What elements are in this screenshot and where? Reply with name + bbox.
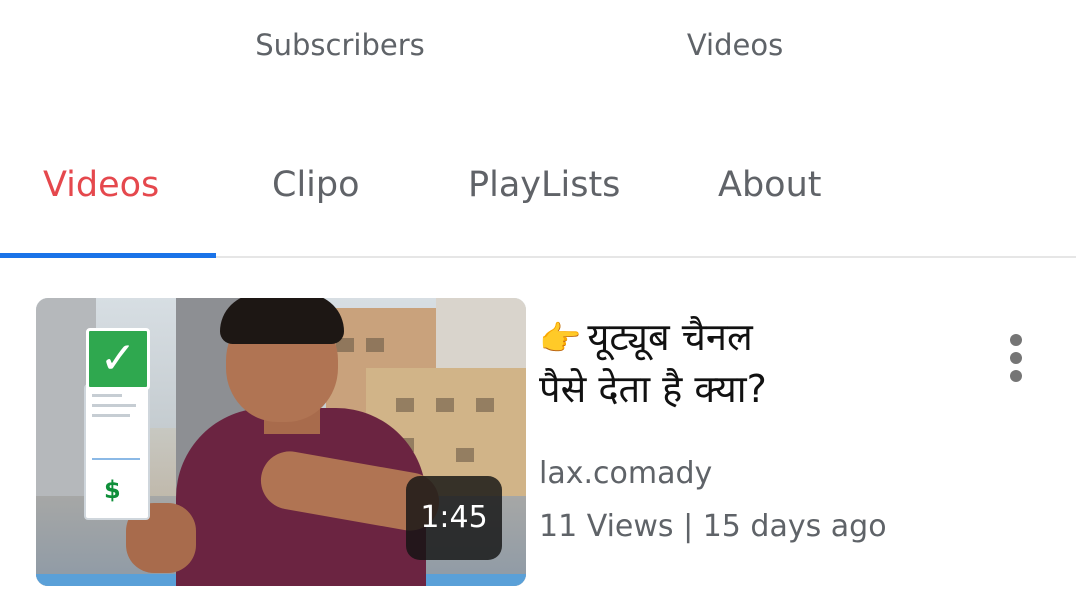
video-channel-name[interactable]: lax.comady [539, 453, 712, 495]
video-duration-badge: 1:45 [406, 476, 502, 560]
tab-playlists[interactable]: PlayLists [468, 160, 620, 210]
video-title[interactable]: 👉 यूट्यूब चैनल पैसे देता है क्या? [539, 312, 959, 414]
video-title-line1: यूट्यूब चैनल [587, 315, 753, 359]
pointing-hand-icon: 👉 [539, 319, 582, 359]
video-title-line2: पैसे देता है क्या? [539, 367, 767, 411]
channel-page: Subscribers Videos Videos Clipo PlayList… [0, 0, 1076, 604]
dollar-icon: $ [104, 476, 121, 504]
video-views-and-date: 11 Views | 15 days ago [539, 509, 887, 544]
video-thumbnail[interactable]: $ ✓ 1:45 [36, 298, 526, 586]
tab-about[interactable]: About [718, 160, 821, 210]
video-list-item[interactable]: $ ✓ 1:45 👉 यूट्यूब चैनल पैसे देता है क्या… [36, 298, 1046, 588]
tab-videos[interactable]: Videos [43, 160, 159, 210]
phone-mockup: $ [84, 384, 150, 520]
channel-tabs: Videos Clipo PlayLists About [0, 150, 1076, 258]
checkmark-icon: ✓ [86, 328, 150, 390]
videos-count-label: Videos [686, 28, 784, 62]
kebab-menu-icon[interactable] [996, 328, 1036, 388]
active-tab-indicator [0, 253, 216, 258]
subscribers-label: Subscribers [255, 28, 425, 62]
tab-clipo[interactable]: Clipo [272, 160, 360, 210]
